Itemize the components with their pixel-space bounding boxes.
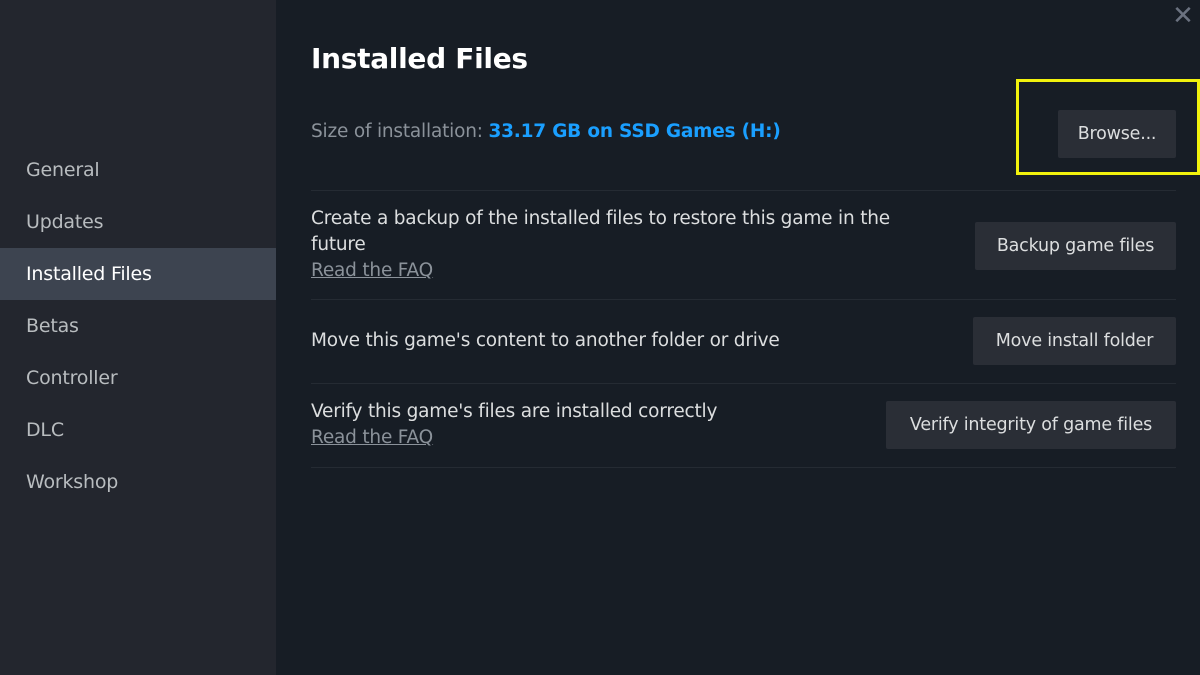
sidebar-item-betas[interactable]: Betas xyxy=(0,300,276,352)
backup-faq-link[interactable]: Read the FAQ xyxy=(311,258,931,284)
browse-button[interactable]: Browse... xyxy=(1058,110,1176,158)
sidebar-item-updates[interactable]: Updates xyxy=(0,196,276,248)
close-icon[interactable]: ✕ xyxy=(1170,3,1196,30)
installation-size: Size of installation: 33.17 GB on SSD Ga… xyxy=(311,121,781,142)
sidebar-item-workshop[interactable]: Workshop xyxy=(0,456,276,508)
divider xyxy=(311,190,1176,191)
main-panel: ✕ Installed Files Size of installation: … xyxy=(276,0,1200,675)
move-install-folder-button[interactable]: Move install folder xyxy=(973,317,1176,365)
backup-description: Create a backup of the installed files t… xyxy=(311,208,890,255)
sidebar: General Updates Installed Files Betas Co… xyxy=(0,0,276,675)
verify-faq-link[interactable]: Read the FAQ xyxy=(311,425,717,451)
verify-integrity-button[interactable]: Verify integrity of game files xyxy=(886,401,1176,449)
size-value: 33.17 GB on SSD Games (H:) xyxy=(488,121,781,142)
page-title: Installed Files xyxy=(311,42,528,75)
size-label: Size of installation: xyxy=(311,121,483,142)
backup-game-files-button[interactable]: Backup game files xyxy=(975,222,1176,270)
sidebar-item-dlc[interactable]: DLC xyxy=(0,404,276,456)
divider xyxy=(311,467,1176,468)
verify-section: Verify this game's files are installed c… xyxy=(311,399,717,451)
move-description: Move this game's content to another fold… xyxy=(311,330,780,351)
sidebar-item-general[interactable]: General xyxy=(0,144,276,196)
backup-section: Create a backup of the installed files t… xyxy=(311,206,931,284)
sidebar-item-controller[interactable]: Controller xyxy=(0,352,276,404)
verify-description: Verify this game's files are installed c… xyxy=(311,401,718,422)
divider xyxy=(311,383,1176,384)
move-section: Move this game's content to another fold… xyxy=(311,328,780,354)
sidebar-item-installed-files[interactable]: Installed Files xyxy=(0,248,276,300)
divider xyxy=(311,299,1176,300)
